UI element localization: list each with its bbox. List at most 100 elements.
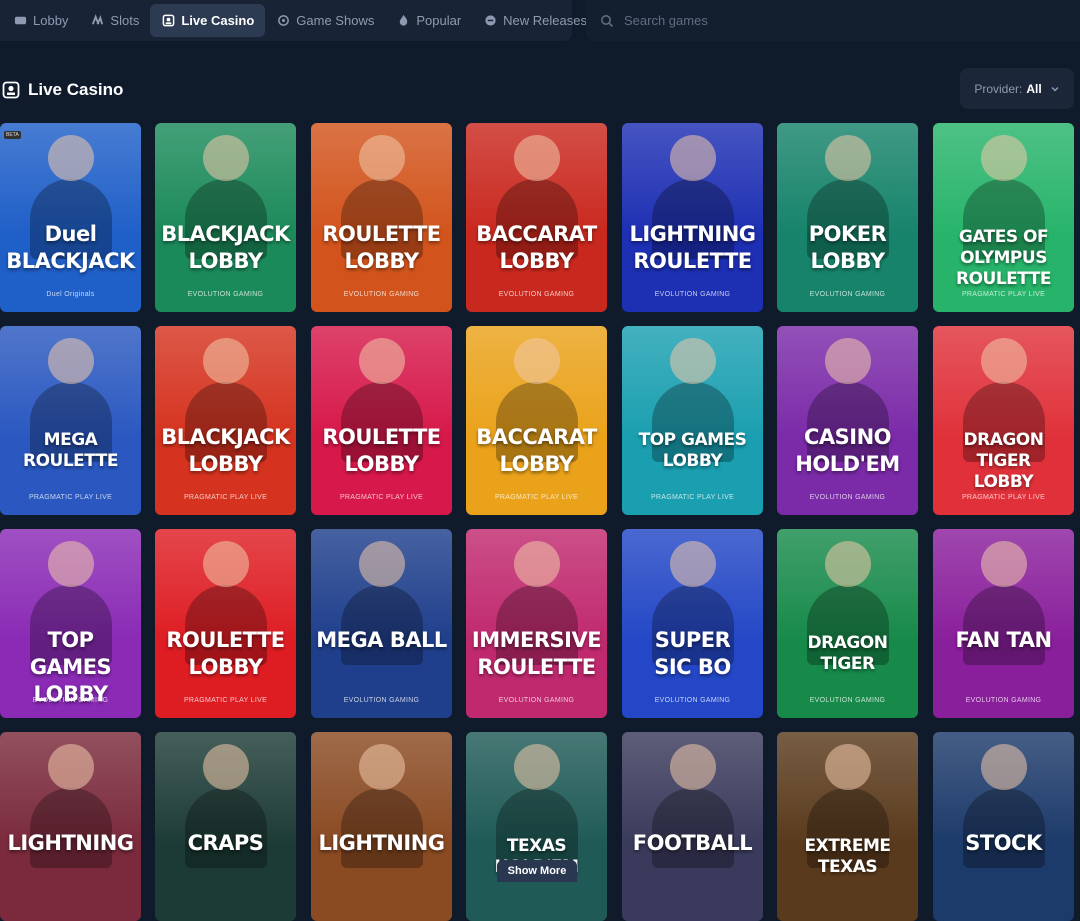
- dealer-head: [47, 135, 94, 181]
- fire-icon: [396, 14, 410, 28]
- game-provider: PRAGMATIC PLAY LIVE: [183, 494, 268, 501]
- game-card[interactable]: TEXAS HOLD'EM: [466, 732, 607, 921]
- game-provider: PRAGMATIC PLAY LIVE: [183, 697, 268, 704]
- game-provider: PRAGMATIC PLAY LIVE: [961, 494, 1046, 501]
- game-artwork: [311, 529, 452, 665]
- tab-new-releases[interactable]: New Releases: [472, 4, 598, 37]
- tab-label: Lobby: [33, 13, 69, 28]
- game-title: MEGA BALL: [316, 628, 447, 652]
- game-provider: PRAGMATIC PLAY LIVE: [28, 494, 113, 501]
- section-header: Live Casino: [2, 78, 123, 102]
- page-title: Live Casino: [28, 80, 124, 99]
- game-card[interactable]: ROULETTE LOBBY PRAGMATIC PLAY LIVE: [155, 529, 296, 718]
- game-card[interactable]: DRAGON TIGER LOBBY PRAGMATIC PLAY LIVE: [933, 326, 1074, 515]
- dealer-head: [358, 541, 405, 587]
- game-card[interactable]: BETA Duel BLACKJACK Duel Originals: [0, 123, 141, 312]
- dealer-head: [513, 338, 560, 384]
- new-releases-icon: [483, 14, 497, 28]
- game-artwork: [466, 326, 607, 462]
- game-artwork: [466, 529, 607, 665]
- search-icon: [600, 14, 614, 28]
- game-card[interactable]: MEGA BALL EVOLUTION GAMING: [311, 529, 452, 718]
- game-card[interactable]: FOOTBALL: [622, 732, 763, 921]
- game-title: STOCK: [965, 831, 1042, 855]
- dealer-head: [47, 338, 94, 384]
- game-card[interactable]: TOP GAMES LOBBY EVOLUTION GAMING: [0, 529, 141, 718]
- dealer-head: [513, 135, 560, 181]
- game-title: ROULETTE LOBBY: [166, 628, 285, 679]
- game-card[interactable]: FAN TAN EVOLUTION GAMING: [933, 529, 1074, 718]
- dealer-head: [358, 135, 405, 181]
- game-artwork: [777, 123, 918, 259]
- live-icon: [161, 14, 175, 28]
- game-artwork: [933, 326, 1074, 462]
- game-card[interactable]: POKER LOBBY EVOLUTION GAMING: [777, 123, 918, 312]
- game-title: MEGA ROULETTE: [23, 430, 119, 471]
- game-provider: PRAGMATIC PLAY LIVE: [650, 494, 735, 501]
- game-card[interactable]: CASINO HOLD'EM EVOLUTION GAMING: [777, 326, 918, 515]
- game-card[interactable]: SUPER SIC BO EVOLUTION GAMING: [622, 529, 763, 718]
- game-title: LIGHTNING: [318, 831, 445, 855]
- game-card[interactable]: ROULETTE LOBBY EVOLUTION GAMING: [311, 123, 452, 312]
- game-card[interactable]: IMMERSIVE ROULETTE EVOLUTION GAMING: [466, 529, 607, 718]
- game-card[interactable]: STOCK: [933, 732, 1074, 921]
- game-card[interactable]: BLACKJACK LOBBY EVOLUTION GAMING: [155, 123, 296, 312]
- game-title: POKER LOBBY: [808, 222, 887, 273]
- game-title: TOP GAMES LOBBY: [29, 628, 112, 706]
- provider-filter-dropdown[interactable]: Provider: All: [960, 68, 1074, 109]
- game-provider: Duel Originals: [46, 291, 95, 298]
- game-provider: EVOLUTION GAMING: [809, 697, 886, 704]
- game-provider: PRAGMATIC PLAY LIVE: [961, 291, 1046, 298]
- game-artwork: [933, 732, 1074, 868]
- game-title: SUPER SIC BO: [654, 628, 731, 679]
- tab-game-shows[interactable]: Game Shows: [265, 4, 385, 37]
- game-provider: EVOLUTION GAMING: [965, 697, 1042, 704]
- game-provider: EVOLUTION GAMING: [809, 291, 886, 298]
- search-input[interactable]: [622, 12, 1046, 29]
- game-artwork: [777, 529, 918, 665]
- dealer-head: [513, 744, 560, 790]
- game-card[interactable]: TOP GAMES LOBBY PRAGMATIC PLAY LIVE: [622, 326, 763, 515]
- game-artwork: [622, 529, 763, 665]
- game-card[interactable]: EXTREME TEXAS: [777, 732, 918, 921]
- game-card[interactable]: CRAPS: [155, 732, 296, 921]
- game-card[interactable]: LIGHTNING ROULETTE EVOLUTION GAMING: [622, 123, 763, 312]
- tab-label: Slots: [110, 13, 140, 28]
- show-more-button[interactable]: Show More: [497, 860, 577, 882]
- game-card[interactable]: LIGHTNING: [0, 732, 141, 921]
- game-artwork: [311, 732, 452, 868]
- game-artwork: [0, 326, 141, 462]
- live-casino-icon: [2, 81, 20, 99]
- game-provider: EVOLUTION GAMING: [498, 697, 575, 704]
- game-title: BACCARAT LOBBY: [476, 425, 597, 476]
- search-bar: [586, 0, 1080, 41]
- dealer-head: [47, 541, 94, 587]
- game-card[interactable]: DRAGON TIGER EVOLUTION GAMING: [777, 529, 918, 718]
- dealer-head: [824, 338, 871, 384]
- game-artwork: [155, 123, 296, 259]
- dealer-head: [980, 338, 1027, 384]
- game-card[interactable]: LIGHTNING: [311, 732, 452, 921]
- game-provider: PRAGMATIC PLAY LIVE: [494, 494, 579, 501]
- slots-icon: [90, 14, 104, 28]
- dealer-head: [824, 744, 871, 790]
- game-artwork: [0, 529, 141, 665]
- game-provider: EVOLUTION GAMING: [32, 697, 109, 704]
- game-title: DRAGON TIGER LOBBY: [963, 430, 1045, 492]
- tab-slots[interactable]: Slots: [79, 4, 150, 37]
- game-card[interactable]: BACCARAT LOBBY PRAGMATIC PLAY LIVE: [466, 326, 607, 515]
- game-title: ROULETTE LOBBY: [322, 425, 441, 476]
- game-card[interactable]: MEGA ROULETTE PRAGMATIC PLAY LIVE: [0, 326, 141, 515]
- game-card[interactable]: ROULETTE LOBBY PRAGMATIC PLAY LIVE: [311, 326, 452, 515]
- game-artwork: [933, 529, 1074, 665]
- game-card[interactable]: GATES OF OLYMPUS ROULETTE PRAGMATIC PLAY …: [933, 123, 1074, 312]
- tab-label: New Releases: [503, 13, 587, 28]
- tab-popular[interactable]: Popular: [385, 4, 472, 37]
- game-card[interactable]: BACCARAT LOBBY EVOLUTION GAMING: [466, 123, 607, 312]
- game-artwork: [0, 123, 141, 259]
- tab-live-casino[interactable]: Live Casino: [150, 4, 266, 37]
- game-card[interactable]: BLACKJACK LOBBY PRAGMATIC PLAY LIVE: [155, 326, 296, 515]
- tab-label: Live Casino: [181, 13, 255, 28]
- game-artwork: [311, 123, 452, 259]
- tab-lobby[interactable]: Lobby: [2, 4, 79, 37]
